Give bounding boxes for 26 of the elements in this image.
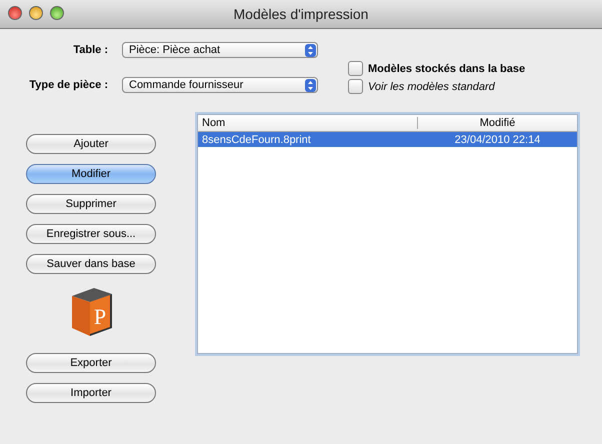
pill-button[interactable]: Enregistrer sous... [26, 224, 156, 244]
close-button[interactable] [8, 6, 22, 20]
field-label: Table : [72, 44, 109, 56]
pill-button[interactable]: Exporter [26, 353, 156, 373]
window-title: Modèles d'impression [234, 6, 368, 22]
checkbox-label: Modèles stockés dans la base [368, 62, 526, 74]
zoom-button[interactable] [50, 6, 64, 20]
column-header[interactable]: Nom [198, 117, 418, 129]
field-label: Type de pièce : [28, 79, 109, 91]
minimize-button[interactable] [29, 6, 43, 20]
checkbox[interactable] [348, 79, 363, 94]
checkbox[interactable] [348, 61, 363, 76]
column-header[interactable]: Modifié [418, 117, 577, 129]
pill-button[interactable]: Supprimer [26, 194, 156, 214]
stepper-icon [305, 78, 316, 92]
table-cell-text: 23/04/2010 22:14 [454, 134, 542, 146]
pill-button[interactable]: Modifier [26, 164, 156, 184]
stepper-icon [305, 44, 316, 56]
pill-button[interactable]: Sauver dans base [26, 254, 156, 274]
table-cell-text: 8sensCdeFourn.8print [201, 134, 312, 146]
popup-menu[interactable]: Commande fournisseur [122, 77, 318, 93]
pill-button[interactable]: Ajouter [26, 134, 156, 154]
checkbox-label: Voir les modèles standard [368, 80, 495, 92]
popup-menu[interactable]: Pièce: Pièce achat [122, 42, 318, 58]
pill-button[interactable]: Importer [26, 383, 156, 403]
table-row[interactable]: 8sensCdeFourn.8print 23/04/2010 22:14 [198, 132, 577, 147]
